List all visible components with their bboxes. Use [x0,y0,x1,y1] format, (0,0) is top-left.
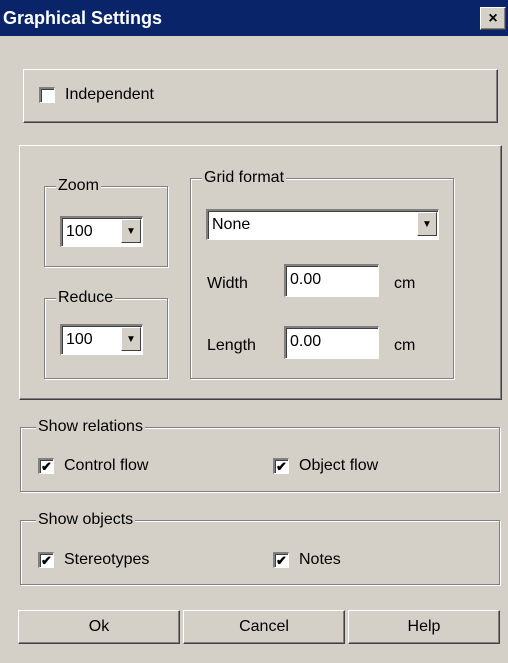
zoom-dropdown-button[interactable]: ▼ [121,219,141,243]
object-flow-row[interactable]: ✔ Object flow [273,456,378,476]
show-objects-legend: Show objects [36,511,136,529]
independent-label: Independent [65,86,154,103]
settings-panel: Zoom 100 ▼ Reduce 100 ▼ Grid format None… [19,145,502,400]
length-label: Length [207,337,256,354]
length-input[interactable]: 0.00 [284,326,379,359]
stereotypes-checkbox[interactable]: ✔ [38,552,54,568]
check-icon: ✔ [276,553,287,568]
title-bar[interactable]: Graphical Settings × [0,0,508,36]
grid-format-value: None [212,216,251,233]
close-button[interactable]: × [480,7,506,30]
notes-checkbox[interactable]: ✔ [273,552,289,568]
independent-panel: Independent [23,69,498,123]
reduce-dropdown-button[interactable]: ▼ [121,327,141,351]
stereotypes-label: Stereotypes [64,551,150,568]
chevron-down-icon: ▼ [126,225,136,237]
close-icon: × [488,9,498,27]
width-label: Width [207,275,248,292]
check-icon: ✔ [276,459,287,474]
reduce-select[interactable]: 100 ▼ [60,324,143,355]
zoom-select[interactable]: 100 ▼ [60,216,143,247]
zoom-value: 100 [66,223,93,240]
chevron-down-icon: ▼ [126,333,136,345]
help-button[interactable]: Help [348,610,500,644]
reduce-legend: Reduce [56,289,116,307]
zoom-legend: Zoom [56,177,101,195]
cancel-button-label: Cancel [239,618,289,635]
width-input[interactable]: 0.00 [284,264,379,297]
notes-row[interactable]: ✔ Notes [273,550,341,570]
cancel-button[interactable]: Cancel [183,610,345,644]
check-icon: ✔ [41,459,52,474]
object-flow-checkbox[interactable]: ✔ [273,458,289,474]
graphical-settings-dialog: Graphical Settings × Independent Zoom 10… [0,0,508,663]
stereotypes-row[interactable]: ✔ Stereotypes [38,550,149,570]
chevron-down-icon: ▼ [422,218,432,230]
length-value: 0.00 [290,333,322,350]
grid-format-select[interactable]: None ▼ [206,209,439,240]
length-unit: cm [394,337,416,354]
independent-checkbox-row[interactable]: Independent [39,85,154,105]
grid-format-dropdown-button[interactable]: ▼ [417,212,437,236]
control-flow-checkbox[interactable]: ✔ [38,458,54,474]
control-flow-label: Control flow [64,457,149,474]
notes-label: Notes [299,551,341,568]
ok-button-label: Ok [88,618,110,635]
width-unit: cm [394,275,416,292]
help-button-label: Help [407,618,441,635]
window-title: Graphical Settings [3,8,163,28]
control-flow-row[interactable]: ✔ Control flow [38,456,148,476]
grid-format-legend: Grid format [202,169,287,187]
show-relations-legend: Show relations [36,418,145,436]
ok-button[interactable]: Ok [18,610,180,644]
reduce-value: 100 [66,331,93,348]
check-icon: ✔ [41,553,52,568]
width-value: 0.00 [290,271,322,288]
object-flow-label: Object flow [299,457,379,474]
independent-checkbox[interactable] [39,87,55,103]
